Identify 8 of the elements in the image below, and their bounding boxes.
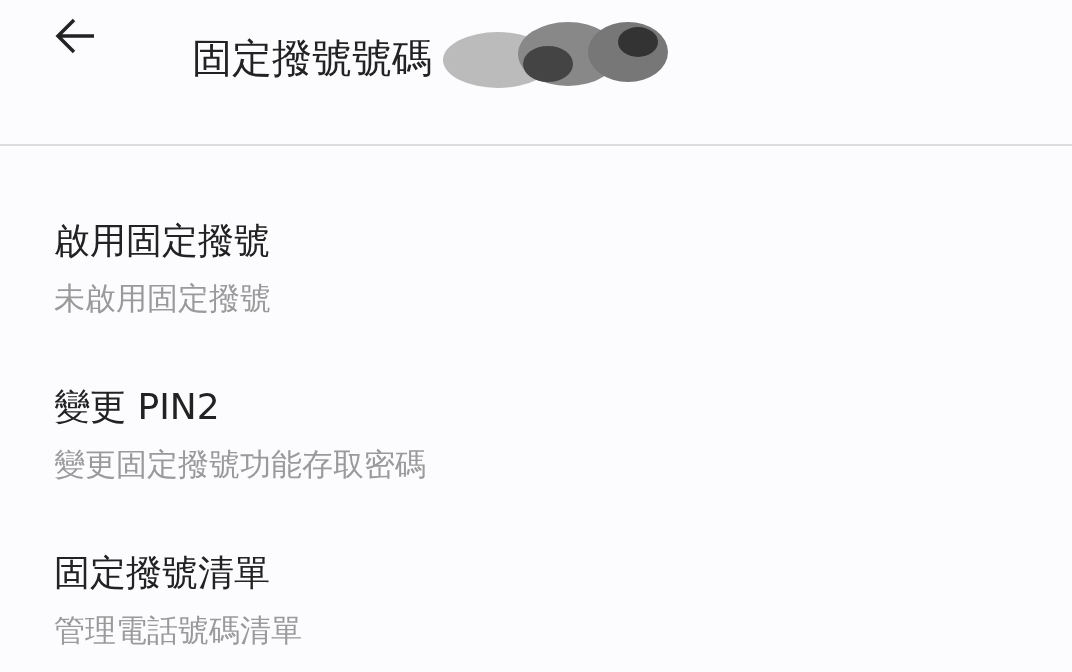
setting-title[interactable]: 固定撥號清單	[54, 550, 1072, 596]
setting-summary: 未啟用固定撥號	[54, 279, 272, 318]
setting-summary: 管理電話號碼清單	[54, 611, 303, 650]
setting-title[interactable]: 變更 PIN2	[54, 384, 1072, 430]
page-title: 固定撥號號碼	[192, 34, 432, 83]
setting-title[interactable]: 啟用固定撥號	[54, 218, 1072, 264]
setting-summary: 變更固定撥號功能存取密碼	[54, 445, 427, 484]
back-icon[interactable]	[54, 18, 96, 54]
